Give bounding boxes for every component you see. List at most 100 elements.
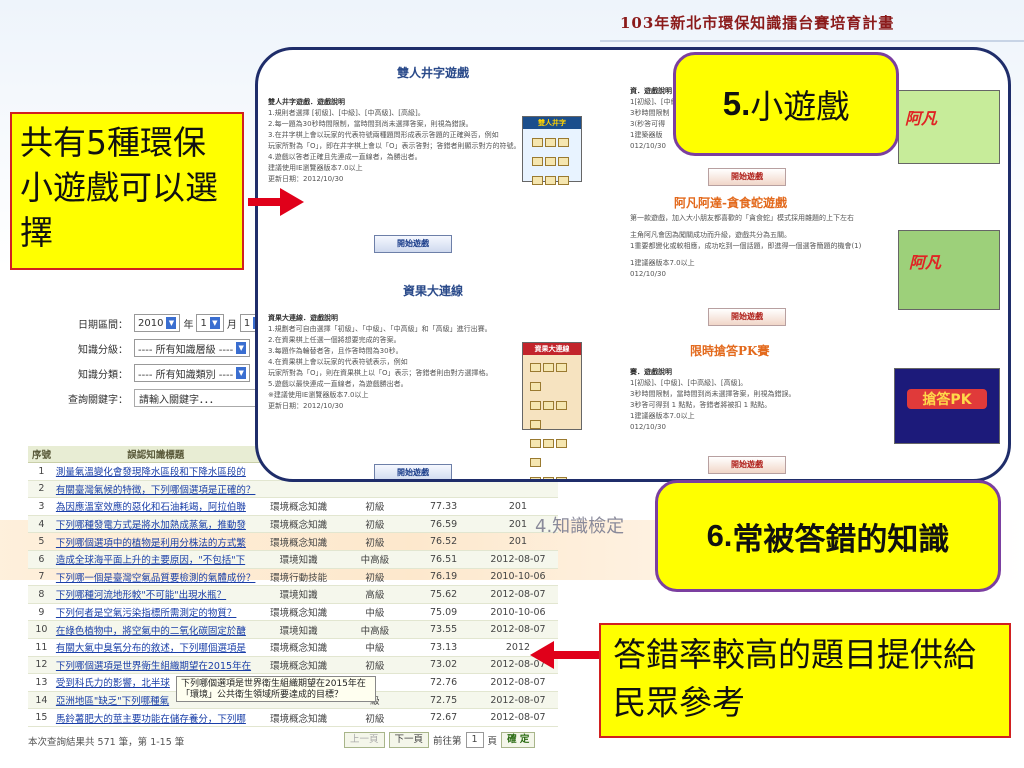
- row-error-rate: 73.55: [409, 620, 478, 639]
- table-row[interactable]: 6 造成全球海平面上升的主要原因，"不包括"下 環境知識 中高級 76.51 2012-0…: [28, 550, 558, 569]
- next-page-button[interactable]: 下一頁: [388, 732, 430, 748]
- question-link[interactable]: 在綠色植物中，將空氣中的二氧化碳固定於醣: [54, 620, 257, 639]
- question-link[interactable]: 下列哪種河流地形較"不可能"出現水瓶？: [54, 585, 257, 604]
- table-row[interactable]: 3 為因應溫室效應的惡化和石油耗竭，阿拉伯聯 環境概念知識 初級 77.33 201: [28, 497, 558, 516]
- thumbnail-banner: 資果大連線: [523, 343, 581, 355]
- table-row[interactable]: 8 下列哪種河流地形較"不可能"出現水瓶？ 環境知識 高級 75.62 2012-08-0…: [28, 585, 558, 604]
- result-count: 本次查詢結果共 571 筆，第 1-15 筆: [28, 737, 185, 748]
- row-level: 中高級: [340, 550, 410, 569]
- game-description: 第一款遊戲，加入大小朋友都喜歡的「貪食蛇」模式採用雜題的上下左右 主角阿凡會因為…: [630, 213, 890, 280]
- table-row[interactable]: 10 在綠色植物中，將空氣中的二氧化碳固定於醣 環境知識 中高級 73.55 2012-0…: [28, 620, 558, 639]
- table-row[interactable]: 2 有關臺灣氣候的特徵，下列哪個選項是正確的？: [28, 480, 558, 499]
- game-afan-snake: 阿凡阿達-貪食蛇遊戲 第一款遊戲，加入大小朋友都喜歡的「貪食蛇」模式採用雜題的上…: [630, 197, 890, 280]
- row-error-rate: 76.59: [409, 515, 478, 534]
- category-label: 知識分類：: [78, 369, 128, 381]
- high-error-callout: 答錯率較高的題目提供給民眾參考: [599, 623, 1011, 738]
- question-link[interactable]: 下列何者是空氣污染指標所需測定的物質？: [54, 603, 257, 622]
- game-line: 1建議器版本7.0以上: [630, 259, 695, 267]
- search-form: 日期區間： 2010▼ 年 1▼ 月 1▼ 知識分級： ---- 所有知識層級 …: [20, 312, 270, 412]
- row-category: [256, 480, 341, 499]
- row-index: 14: [28, 691, 55, 710]
- prev-page-button[interactable]: 上一頁: [344, 732, 385, 748]
- question-link[interactable]: 測量氣溫變化會發現降水區段和下降水區段的: [54, 462, 257, 481]
- start-game-button[interactable]: 開始遊戲: [374, 464, 452, 479]
- row-error-rate: 77.33: [409, 497, 478, 516]
- afan-game-thumbnail[interactable]: 阿凡: [898, 90, 1000, 164]
- year-select[interactable]: 2010 ▼: [134, 314, 181, 332]
- chevron-down-icon: ▼: [166, 317, 177, 329]
- row-category: 環境概念知識: [256, 638, 341, 657]
- start-game-button[interactable]: 開始遊戲: [374, 235, 452, 253]
- row-index: 5: [28, 532, 55, 551]
- category-select[interactable]: ---- 所有知識類別 ---- ▼: [134, 364, 251, 382]
- start-game-button[interactable]: 開始遊戲: [708, 308, 786, 326]
- table-row[interactable]: 7 下列哪一個是臺灣空氣品質要檢測的氣體成份？ 環境行動技能 初級 76.19 2010-…: [28, 568, 558, 587]
- five-games-callout: 共有5種環保小遊戲可以選擇: [10, 112, 244, 270]
- row-category: 環境概念知識: [256, 708, 341, 727]
- level-select[interactable]: ---- 所有知識層級 ---- ▼: [134, 339, 251, 357]
- month-unit: 月: [226, 319, 237, 331]
- level-label: 知識分級：: [78, 344, 128, 356]
- start-game-button[interactable]: 開始遊戲: [708, 456, 786, 474]
- row-date: 2012-08-07: [477, 550, 558, 569]
- question-link[interactable]: 下列哪個選項中的植物是利用分株法的方式繁: [54, 532, 257, 551]
- game-line: 1重要都變化或較相應，成功吃到一個話題，即進得一個選答簡題的機會(1): [630, 242, 862, 250]
- row-error-rate: 72.67: [409, 708, 478, 727]
- question-link[interactable]: 下列哪種發電方式是將水加熱成蒸氣，推動發: [54, 515, 257, 534]
- table-row[interactable]: 12 下列哪個選項是世界衛生組織期望在2015年在 環境概念知識 初級 73.02 201…: [28, 656, 558, 675]
- arrow-right-icon: [248, 188, 304, 216]
- thumbnail-text: 搶答PK: [907, 389, 987, 409]
- question-link[interactable]: 馬鈴薯肥大的莖主要功能在儲存養分，下列哪: [54, 708, 257, 727]
- row-level: 高級: [340, 585, 410, 604]
- row-index: 2: [28, 480, 55, 499]
- keyword-input[interactable]: 請輸入關鍵字．．．: [134, 389, 264, 407]
- question-link[interactable]: 有關臺灣氣候的特徵，下列哪個選項是正確的？: [54, 480, 257, 499]
- game-heading: 賽．遊戲說明: [630, 368, 672, 376]
- game-line: 1建議器版本7.0以上: [630, 412, 695, 420]
- tic-tac-toe-thumbnail[interactable]: 雙人井字: [522, 116, 582, 185]
- table-row[interactable]: 15 馬鈴薯肥大的莖主要功能在儲存養分，下列哪 環境概念知識 初級 72.67 2012-…: [28, 708, 558, 727]
- pagination: 上一頁 下一頁 前往第 1 頁 確 定: [344, 732, 536, 748]
- slide-title: 103年新北市環保知識擂台賽培育計畫: [620, 14, 895, 32]
- question-link[interactable]: 下列哪一個是臺灣空氣品質要檢測的氣體成份？: [54, 568, 257, 587]
- snake-game-thumbnail[interactable]: 阿凡: [898, 230, 1000, 310]
- game-line: 1.規劃者可自由選擇「初級」、「中級」、「中高級」和「高級」進行出賽。: [268, 325, 492, 333]
- pill-number: 6.: [706, 518, 733, 553]
- knowledge-test-label: 4.知識檢定: [535, 516, 625, 537]
- level-row: 知識分級： ---- 所有知識層級 ---- ▼: [20, 337, 270, 359]
- game-line: 主角阿凡會因為闖關成功而升級，遊戲共分為五關。: [630, 231, 791, 239]
- question-tooltip: 下列哪個選項是世界衛生組織期望在2015年在「環境」公共衛生領域所要達成的目標？: [176, 676, 376, 702]
- page-number-input[interactable]: 1: [465, 732, 484, 748]
- month-select[interactable]: 1 ▼: [196, 314, 224, 332]
- row-level: 初級: [340, 497, 410, 516]
- start-game-button[interactable]: 開始遊戲: [708, 168, 786, 186]
- game-heading: 資果大連線．遊戲說明: [268, 314, 338, 322]
- row-level: 初級: [340, 656, 410, 675]
- header-index: 序號: [28, 446, 55, 463]
- game-line: 1[初級]、[中級]、[中高級]、[高級]。: [630, 379, 748, 387]
- table-row[interactable]: 4 下列哪種發電方式是將水加熱成蒸氣，推動發 環境概念知識 初級 76.59 201: [28, 515, 558, 534]
- row-category: 環境知識: [256, 585, 341, 604]
- question-link[interactable]: 為因應溫室效應的惡化和石油耗竭，阿拉伯聯: [54, 497, 257, 516]
- fruit-connect-thumbnail[interactable]: 資果大連線: [522, 342, 582, 479]
- question-link[interactable]: 造成全球海平面上升的主要原因，"不包括"下: [54, 550, 257, 569]
- table-row[interactable]: 5 下列哪個選項中的植物是利用分株法的方式繁 環境概念知識 初級 76.52 201: [28, 532, 558, 551]
- game-title: 資果大連線: [402, 284, 463, 298]
- row-index: 11: [28, 638, 55, 657]
- table-row[interactable]: 9 下列何者是空氣污染指標所需測定的物質？ 環境概念知識 中級 75.09 2010-10…: [28, 603, 558, 622]
- thumbnail-banner: 雙人井字: [523, 117, 581, 129]
- thumbnail-grid: [523, 129, 581, 194]
- game-line: 012/10/30: [630, 270, 666, 278]
- row-level: 中級: [340, 638, 410, 657]
- table-row[interactable]: 11 有關大氣中臭氧分布的敘述，下列哪個選項是 環境概念知識 中級 73.13 2012: [28, 638, 558, 657]
- chevron-down-icon: ▼: [236, 342, 247, 354]
- keyword-row: 查詢關鍵字： 請輸入關鍵字．．．: [20, 387, 270, 409]
- chevron-down-icon: ▼: [209, 317, 220, 329]
- row-level: [340, 480, 410, 499]
- question-link[interactable]: 下列哪個選項是世界衛生組織期望在2015年在: [54, 656, 257, 675]
- pk-quiz-thumbnail[interactable]: 搶答PK: [894, 368, 1000, 444]
- question-link[interactable]: 有關大氣中臭氧分布的敘述，下列哪個選項是: [54, 638, 257, 657]
- row-index: 10: [28, 620, 55, 639]
- confirm-button[interactable]: 確 定: [501, 732, 536, 748]
- row-level: 中高級: [340, 620, 410, 639]
